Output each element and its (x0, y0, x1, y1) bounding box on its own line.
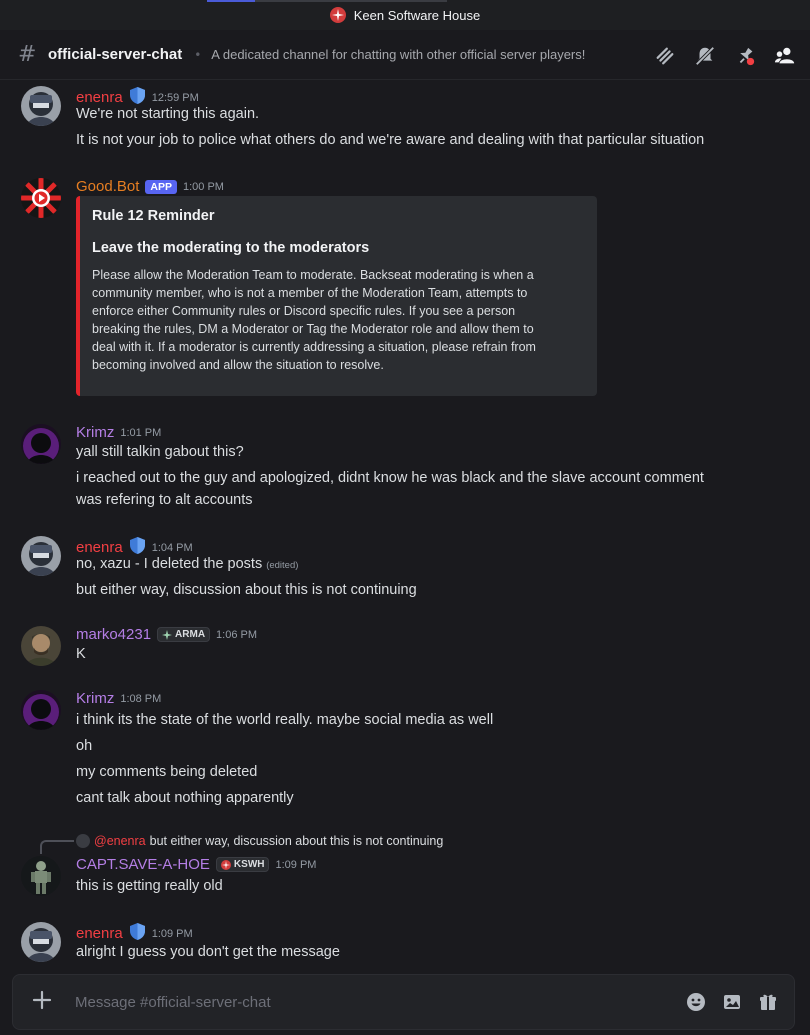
plus-icon[interactable] (31, 989, 53, 1011)
channel-name: official-server-chat (48, 46, 183, 63)
message-text: but either way, discussion about this is… (76, 582, 417, 598)
edited-label: (edited) (266, 560, 299, 571)
avatar[interactable] (21, 922, 61, 962)
embed-body: Please allow the Moderation Team to mode… (92, 266, 582, 374)
timestamp: 1:09 PM (275, 858, 317, 871)
mute-icon[interactable] (694, 45, 716, 67)
avatar[interactable] (21, 86, 61, 126)
reply-text: but either way, discussion about this is… (149, 834, 444, 848)
message-text: K (76, 646, 86, 662)
timestamp: 1:00 PM (182, 180, 224, 193)
reply-mention[interactable]: @enenra (94, 834, 146, 848)
app-badge: APP (145, 179, 177, 194)
embed-line: breaking the rules, DM a Moderator or Ta… (92, 322, 534, 336)
server-tag[interactable]: KSWH (215, 857, 270, 872)
timestamp: 12:59 PM (151, 91, 199, 104)
tag-icon (220, 859, 231, 870)
avatar[interactable] (21, 690, 61, 730)
embed-title: Rule 12 Reminder (92, 208, 215, 224)
channel-topic[interactable]: A dedicated channel for chatting with ot… (211, 47, 585, 62)
message-text: cant talk about nothing apparently (76, 790, 294, 806)
message-text: We're not starting this again. (76, 106, 260, 122)
members-icon[interactable] (774, 45, 796, 67)
reply-avatar (76, 834, 90, 848)
pin-icon[interactable] (734, 45, 756, 67)
threads-icon[interactable] (654, 45, 676, 67)
message-text: this is getting really old (76, 878, 223, 894)
reply-spine (40, 840, 74, 854)
timestamp: 1:09 PM (151, 927, 193, 940)
server-tag[interactable]: ARMA (157, 627, 211, 642)
embed-line: becoming involved and allow the situatio… (92, 358, 384, 372)
username[interactable]: Krimz (76, 690, 114, 707)
avatar[interactable] (21, 536, 61, 576)
message-text: my comments being deleted (76, 764, 258, 780)
username[interactable]: Krimz (76, 424, 114, 441)
server-logo-icon (329, 7, 346, 23)
tag-icon (162, 629, 173, 640)
username[interactable]: enenra (76, 925, 123, 942)
username[interactable]: enenra (76, 539, 123, 556)
username[interactable]: CAPT.SAVE-A-HOE (76, 856, 210, 873)
username[interactable]: marko4231 (76, 626, 151, 643)
message-input[interactable] (75, 989, 595, 1015)
avatar[interactable] (21, 424, 61, 464)
gift-icon[interactable] (758, 992, 778, 1012)
embed-line: Please allow the Moderation Team to mode… (92, 268, 534, 282)
embed-subtitle: Leave the moderating to the moderators (92, 240, 370, 256)
message-text: i reached out to the guy and apologized,… (76, 470, 704, 486)
shield-icon (129, 922, 146, 945)
message-text: It is not your job to police what others… (76, 132, 705, 148)
message-text: was refering to alt accounts (76, 492, 253, 508)
avatar[interactable] (21, 626, 61, 666)
message-text: oh (76, 738, 93, 754)
timestamp: 1:01 PM (120, 426, 162, 439)
avatar[interactable] (21, 178, 61, 218)
message-text: yall still talkin gabout this? (76, 444, 244, 460)
message-text: alright I guess you don't get the messag… (76, 944, 340, 960)
avatar[interactable] (21, 856, 61, 896)
embed-line: community member, who is not a member of… (92, 286, 528, 300)
message-text: no, xazu - I deleted the posts (edited) (76, 556, 299, 572)
emoji-icon[interactable] (686, 992, 706, 1012)
embed-line: deal with it. If a moderator is currentl… (92, 340, 536, 354)
message-text: i think its the state of the world reall… (76, 712, 494, 728)
message-list[interactable]: enenra 12:59 PM We're not starting this … (0, 80, 810, 970)
tab-indicator (207, 0, 447, 2)
channel-header: # official-server-chat • A dedicated cha… (0, 30, 810, 80)
message-composer (12, 974, 795, 1030)
channel-hash-icon: # (18, 42, 37, 67)
reply-preview[interactable]: @enenra but either way, discussion about… (76, 834, 443, 848)
window-titlebar: Keen Software House (0, 0, 810, 30)
rule-embed: Rule 12 Reminder Leave the moderating to… (76, 196, 597, 396)
embed-line: enforce either Community rules or Discor… (92, 304, 516, 318)
timestamp: 1:06 PM (216, 628, 258, 641)
window-title: Keen Software House (353, 7, 481, 23)
username[interactable]: Good.Bot (76, 178, 139, 195)
image-icon[interactable] (722, 992, 742, 1012)
timestamp: 1:04 PM (151, 541, 193, 554)
username[interactable]: enenra (76, 89, 123, 106)
timestamp: 1:08 PM (120, 692, 162, 705)
